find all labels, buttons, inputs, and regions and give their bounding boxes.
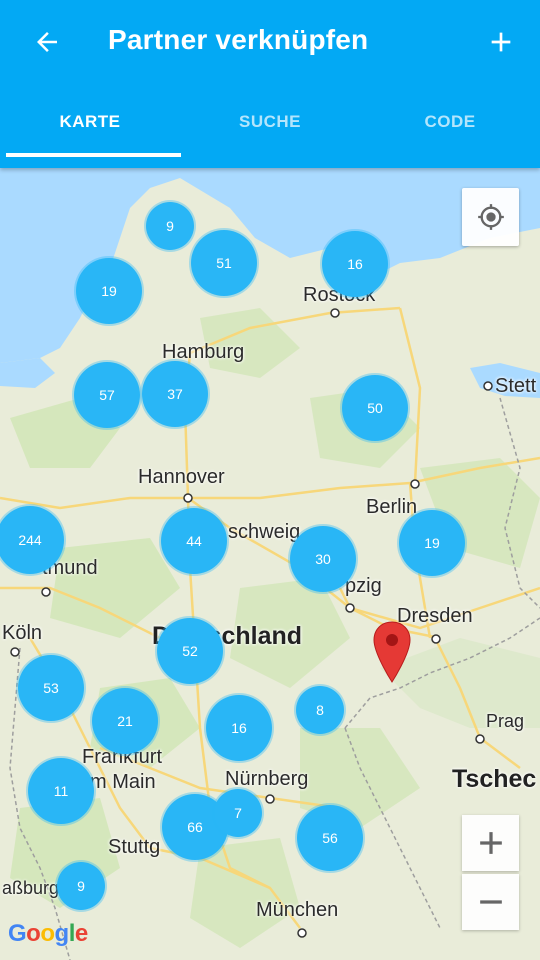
city-label-muenchen: München (256, 899, 339, 921)
page-title: Partner verknüpfen (108, 24, 369, 55)
marker-cluster[interactable]: 7 (214, 789, 262, 837)
marker-cluster[interactable]: 21 (92, 688, 158, 754)
marker-cluster[interactable]: 19 (399, 510, 465, 576)
location-pin-icon[interactable] (372, 620, 412, 684)
marker-cluster[interactable]: 52 (157, 618, 223, 684)
toolbar: Partner verknüpfen (0, 0, 540, 84)
tab-karte[interactable]: KARTE (0, 84, 180, 160)
minus-icon (479, 900, 502, 904)
my-location-button[interactable] (462, 188, 519, 246)
marker-cluster[interactable]: 19 (76, 258, 142, 324)
marker-cluster[interactable]: 51 (191, 230, 257, 296)
city-label-koeln: Köln (2, 622, 43, 644)
marker-cluster[interactable]: 11 (28, 758, 94, 824)
city-label-prag: Prag (486, 711, 525, 731)
marker-cluster[interactable]: 53 (18, 655, 84, 721)
back-button[interactable] (22, 18, 72, 66)
city-label-berlin: Berlin (366, 496, 418, 518)
city-label-stuttgart: Stuttg (108, 836, 161, 858)
marker-cluster[interactable]: 56 (297, 805, 363, 871)
plus-icon (479, 832, 502, 854)
city-label-leipzig: pzig (345, 575, 382, 597)
marker-cluster[interactable]: 44 (161, 508, 227, 574)
city-label-strasbourg: aßburg (2, 878, 60, 898)
marker-cluster[interactable]: 16 (206, 695, 272, 761)
tab-suche[interactable]: SUCHE (180, 84, 360, 160)
tab-indicator (6, 153, 181, 157)
tab-bar: KARTE SUCHE CODE (0, 84, 540, 160)
tab-code[interactable]: CODE (360, 84, 540, 160)
city-label-hannover: Hannover (138, 466, 225, 488)
marker-cluster[interactable]: 16 (322, 231, 388, 297)
marker-cluster[interactable]: 37 (142, 361, 208, 427)
marker-cluster[interactable]: 9 (57, 862, 105, 910)
plus-icon (491, 32, 511, 52)
marker-cluster[interactable]: 57 (74, 362, 140, 428)
arrow-back-icon (37, 32, 57, 52)
crosshair-icon (477, 204, 504, 230)
city-label-frankfurt-main: m Main (90, 771, 156, 793)
city-label-stettin: Stett (495, 375, 537, 397)
country-label-czech: Tschec (452, 765, 537, 793)
marker-cluster[interactable]: 30 (290, 526, 356, 592)
zoom-in-button[interactable] (462, 815, 519, 871)
marker-cluster[interactable]: 9 (146, 202, 194, 250)
google-logo: Google (8, 920, 88, 947)
marker-cluster[interactable]: 50 (342, 375, 408, 441)
zoom-out-button[interactable] (462, 874, 519, 930)
city-label-nuernberg: Nürnberg (225, 768, 309, 790)
add-partner-button[interactable] (476, 18, 526, 66)
map-view[interactable]: Rostock Stett Hamburg Hannover schweig B… (0, 168, 540, 960)
city-label-braunschweig: schweig (228, 521, 301, 543)
app-bar: Partner verknüpfen KARTE SUCHE CODE (0, 0, 540, 168)
marker-cluster[interactable]: 8 (296, 686, 344, 734)
